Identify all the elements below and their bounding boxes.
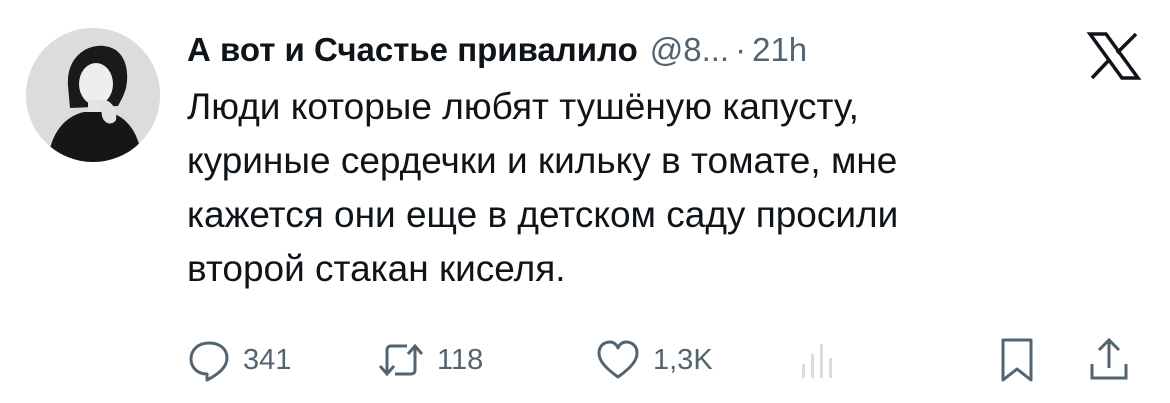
author-handle[interactable]: @8... bbox=[650, 31, 729, 69]
avatar[interactable] bbox=[26, 28, 160, 162]
repost-count: 118 bbox=[437, 343, 484, 376]
repost-button[interactable]: 118 bbox=[377, 336, 483, 384]
heart-icon bbox=[595, 338, 641, 382]
like-button[interactable]: 1,3K bbox=[595, 336, 713, 384]
bookmark-button[interactable] bbox=[997, 336, 1037, 384]
tweet-text-line: куриные сердечки и кильку в томате, мне bbox=[187, 140, 898, 181]
separator-dot: · bbox=[735, 31, 747, 68]
tweet-text: Люди которые любят тушёную капусту, кури… bbox=[187, 80, 1107, 296]
author-name[interactable]: А вот и Счастье привалило bbox=[187, 31, 638, 69]
tweet-card[interactable]: А вот и Счастье привалило @8... · 21h Лю… bbox=[0, 0, 1170, 403]
share-icon bbox=[1087, 336, 1131, 384]
tweet-text-line: кажется они еще в детском саду просили bbox=[187, 194, 899, 235]
tweet-text-line: Люди которые любят тушёную капусту, bbox=[187, 86, 859, 127]
views-button[interactable] bbox=[797, 336, 837, 384]
reply-button[interactable]: 341 bbox=[187, 336, 291, 384]
profile-photo-icon bbox=[26, 28, 160, 162]
share-button[interactable] bbox=[1087, 336, 1131, 384]
like-count: 1,3K bbox=[653, 343, 713, 376]
x-logo-icon bbox=[1086, 32, 1142, 80]
repost-arrows-icon bbox=[377, 338, 425, 382]
reply-count: 341 bbox=[243, 343, 292, 376]
tweet-text-line: второй стакан киселя. bbox=[187, 248, 566, 289]
action-bar: 341 118 1,3K bbox=[187, 336, 1137, 384]
tweet-header: А вот и Счастье привалило @8... · 21h bbox=[187, 24, 807, 76]
bookmark-icon bbox=[997, 336, 1037, 384]
timestamp[interactable]: 21h bbox=[752, 31, 807, 69]
speech-bubble-icon bbox=[187, 338, 231, 382]
bar-chart-icon bbox=[797, 338, 837, 382]
